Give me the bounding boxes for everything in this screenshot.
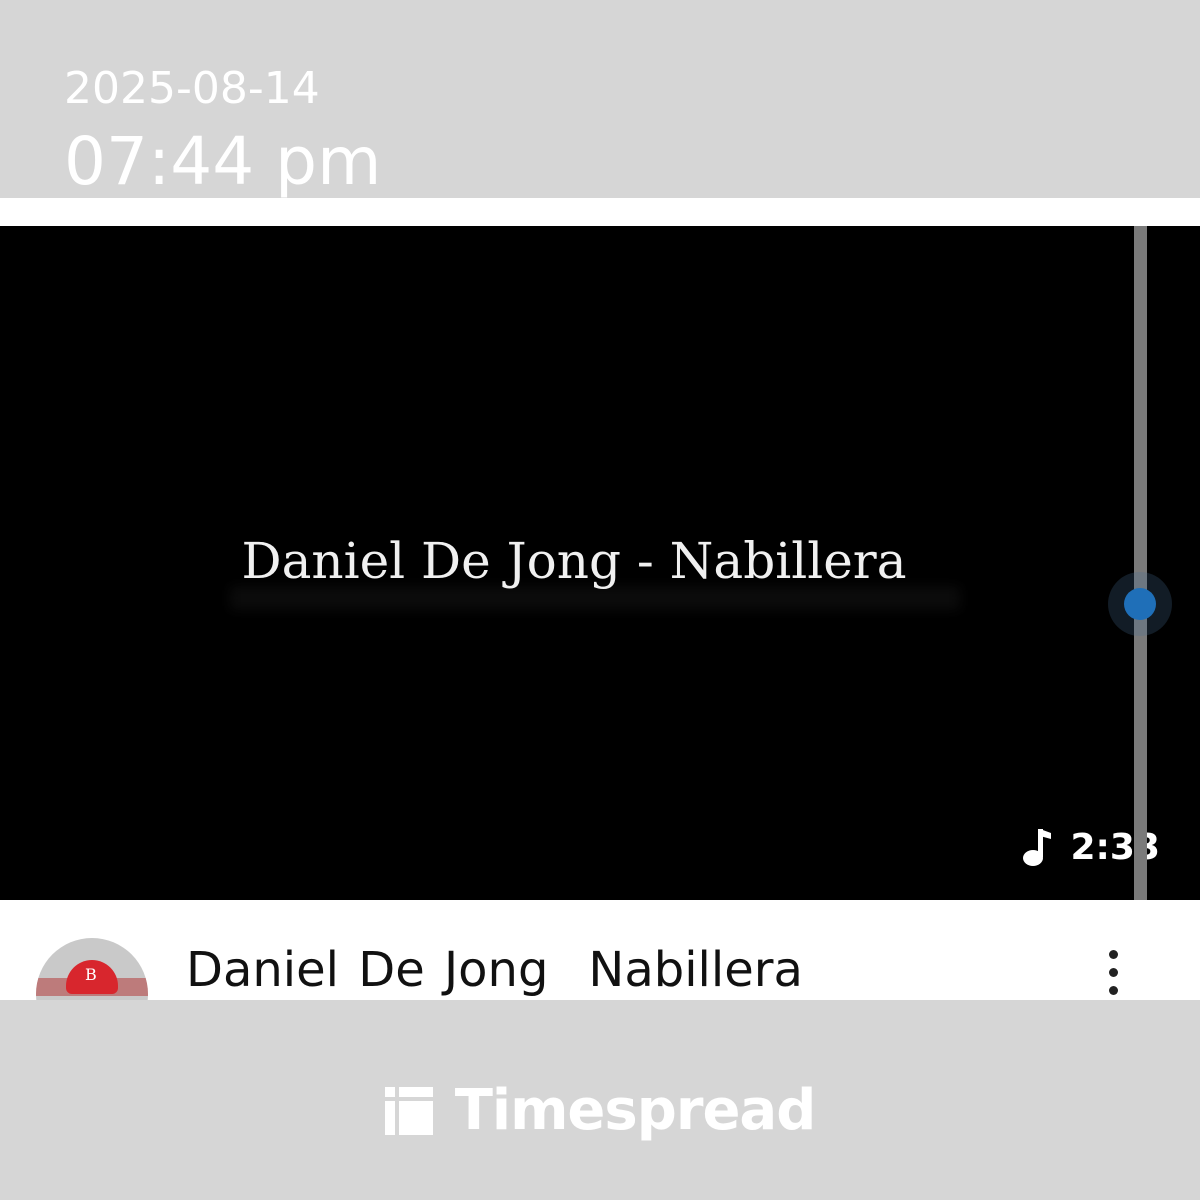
video-info-row[interactable]: B Daniel De Jong Nabillera	[0, 900, 1200, 1000]
scrollbar-thumb[interactable]	[1124, 588, 1156, 620]
timestamp-header: 2025-08-14 07:44 pm	[0, 0, 1200, 200]
video-title-artist: Daniel De Jong	[186, 942, 549, 998]
scrollbar-track[interactable]	[1134, 226, 1147, 900]
brand-name: Timespread	[454, 1078, 817, 1143]
music-note-icon	[1023, 829, 1052, 866]
video-title-card: Daniel De Jong - Nabillera	[241, 532, 907, 590]
channel-avatar[interactable]: B	[36, 938, 148, 1000]
avatar-cap-letter: B	[85, 965, 97, 984]
date-label: 2025-08-14	[64, 63, 320, 114]
screenshot-top-margin	[0, 198, 1200, 226]
timespread-logo-icon	[384, 1086, 433, 1135]
time-label: 07:44 pm	[64, 123, 382, 200]
video-player[interactable]: Daniel De Jong - Nabillera 2:33	[0, 226, 1200, 900]
brand-footer: Timespread	[0, 1078, 1200, 1143]
more-vertical-icon[interactable]	[1098, 950, 1128, 1000]
video-title[interactable]: Daniel De Jong Nabillera	[186, 940, 803, 1000]
video-title-song: Nabillera	[588, 942, 803, 998]
